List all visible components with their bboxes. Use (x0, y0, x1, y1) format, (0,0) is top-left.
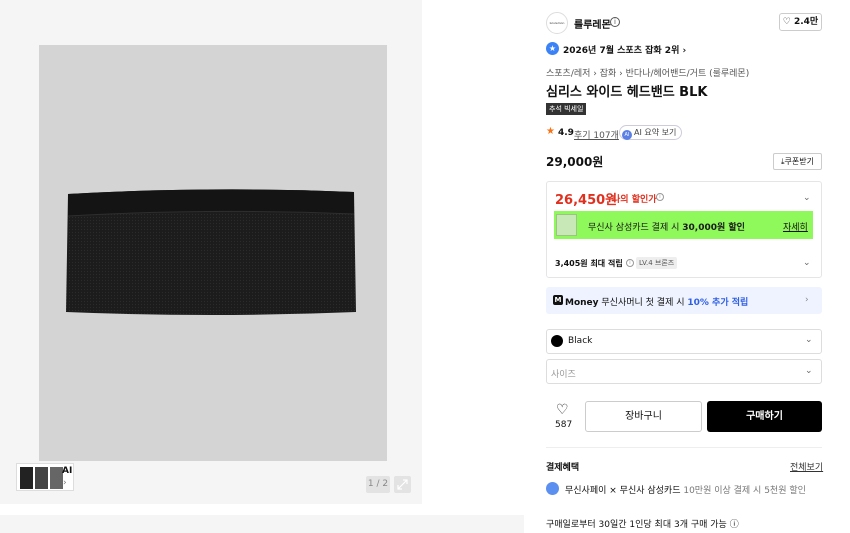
chevron-right-icon[interactable]: › (63, 478, 67, 488)
add-to-cart-button[interactable]: 장바구니 (585, 401, 702, 432)
coupon-button[interactable]: ⤓쿠폰받기 (773, 153, 822, 170)
chevron-right-icon[interactable]: › (805, 295, 809, 305)
benefits-title: 결제혜택 (546, 463, 580, 473)
wish-count: 587 (555, 420, 573, 430)
color-swatch (551, 335, 563, 347)
info-icon[interactable]: i (626, 259, 634, 267)
benefit-line: 무신사페이 × 무신사 삼성카드 10만원 이상 결제 시 5천원 할인 (565, 486, 806, 496)
size-select[interactable] (546, 359, 822, 384)
money-promo-text: Money 무신사머니 첫 결제 시 10% 추가 적립 (565, 298, 749, 308)
star-icon: ★ (546, 126, 555, 137)
original-price: 29,000원 (546, 155, 604, 169)
headband-image (66, 189, 356, 315)
chevron-down-icon[interactable]: ⌄ (803, 258, 811, 268)
reviews-link[interactable]: 후기 107개 (574, 128, 619, 141)
heart-icon[interactable]: ♡ (556, 402, 569, 418)
level-badge: LV.4 브론즈 (636, 257, 678, 269)
rating-value: 4.9 (558, 128, 574, 138)
info-icon[interactable]: i (610, 17, 620, 27)
divider (546, 447, 822, 448)
chevron-down-icon[interactable]: ⌄ (805, 366, 813, 376)
thumbnail-1[interactable] (20, 467, 33, 489)
size-placeholder: 사이즈 (551, 370, 576, 380)
chevron-down-icon[interactable]: ⌄ (803, 193, 811, 203)
brand-like-button[interactable]: ♡ 2.4만 (779, 13, 822, 31)
info-icon[interactable]: i (656, 193, 664, 201)
card-promo-text: 무신사 삼성카드 결제 시 30,000원 할인 (588, 223, 745, 233)
ai-icon: AI (622, 130, 632, 140)
star-badge-icon: ★ (546, 42, 559, 55)
ai-summary-label: AI 요약 보기 (634, 128, 677, 137)
chevron-down-icon[interactable]: ⌄ (805, 335, 813, 345)
sale-price: 26,450원 (555, 193, 618, 208)
breadcrumb[interactable]: 스포츠/레저 › 잡화 › 반다나/헤어밴드/거트 (룰루레몬) (546, 66, 749, 79)
expand-icon[interactable] (394, 476, 411, 493)
gallery-bottom-strip (0, 515, 524, 533)
coupon-label: 쿠폰받기 (784, 157, 814, 166)
points-text: 3,405원 최대 적립 (555, 259, 623, 268)
ai-summary-button[interactable]: AI AI 요약 보기 (619, 125, 683, 140)
ai-thumbnail-label[interactable]: AI (62, 466, 72, 476)
card-image-icon (556, 214, 577, 236)
brand-logo[interactable]: lululemon (546, 12, 568, 34)
buy-button[interactable]: 구매하기 (707, 401, 822, 432)
card-detail-link[interactable]: 자세히 (783, 220, 808, 233)
brand-name[interactable]: 룰루레몬 (574, 16, 611, 31)
color-value: Black (568, 336, 593, 346)
benefits-view-all-link[interactable]: 전체보기 (790, 460, 823, 473)
thumbnail-2[interactable] (35, 467, 48, 489)
ranking-link[interactable]: 2026년 7월 스포츠 잡화 2위 › (563, 43, 686, 56)
sale-tag: 추석 빅세일 (546, 103, 587, 115)
purchase-limit-text: 구매일로부터 30일간 1인당 최대 3개 구매 가능 ⓘ (546, 520, 739, 530)
page-counter: 1 / 2 (366, 476, 390, 493)
pay-logo-icon (546, 482, 559, 495)
my-discount-label: 나의 할인가 (612, 195, 657, 205)
money-logo-icon: M (553, 295, 563, 305)
product-title: 심리스 와이드 헤드밴드 BLK (546, 85, 708, 100)
